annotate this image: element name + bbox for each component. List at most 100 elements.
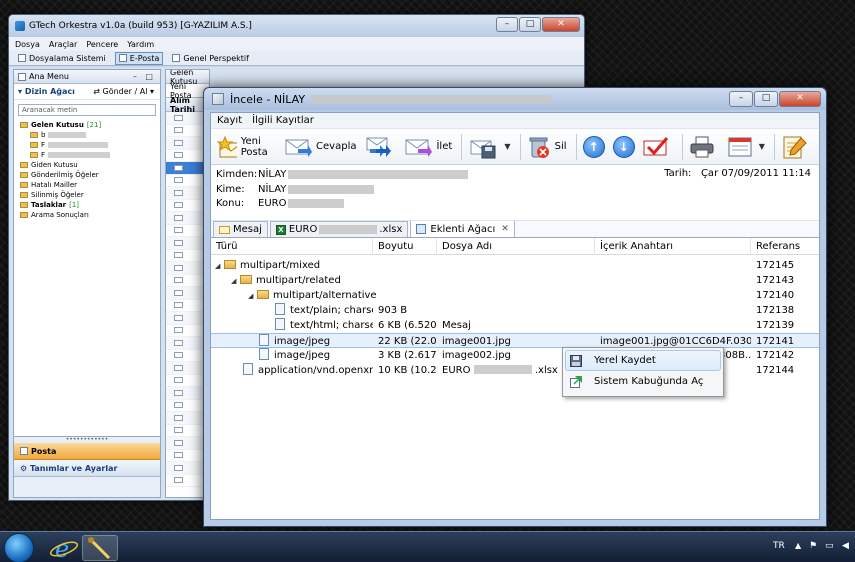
- bg-menu-pencere[interactable]: Pencere: [86, 40, 118, 49]
- envelope-icon: [174, 339, 183, 346]
- to-value[interactable]: NİLAY: [258, 184, 286, 195]
- close-button[interactable]: ✕: [779, 91, 821, 107]
- nav-posta-button[interactable]: Posta: [14, 443, 160, 460]
- notes-button[interactable]: [781, 132, 811, 162]
- dialog-content: Kayıt İlgili Kayıtlar Yeni Posta Cevapla…: [210, 112, 820, 520]
- tree-sent[interactable]: Gönderilmiş Öğeler: [20, 170, 160, 180]
- col-turu[interactable]: Türü: [211, 238, 373, 255]
- file-system-icon: [18, 54, 26, 62]
- tree-inbox-child-3[interactable]: F: [20, 150, 160, 160]
- start-button[interactable]: [4, 533, 34, 562]
- close-tab-icon[interactable]: ✕: [501, 224, 509, 234]
- to-label: Kime:: [216, 184, 245, 195]
- table-row[interactable]: text/html; charse 6 KB (6.520) Mesaj 172…: [211, 318, 819, 333]
- tree-drafts[interactable]: Taslaklar [1]: [20, 200, 160, 210]
- new-mail-label: Yeni Posta: [240, 135, 268, 158]
- redacted-text: [48, 152, 111, 158]
- bg-close-button[interactable]: ✕: [542, 17, 580, 32]
- col-referans[interactable]: Referans: [751, 238, 821, 255]
- window-layout-icon: [728, 137, 752, 156]
- tree-inbox[interactable]: Gelen Kutusu [21]: [20, 120, 160, 130]
- minimize-button[interactable]: –: [729, 91, 753, 107]
- perspective-dosyalama[interactable]: Dosyalama Sistemi: [15, 52, 109, 65]
- from-value[interactable]: NİLAY: [258, 169, 286, 180]
- table-row[interactable]: text/plain; charse 903 B 172138: [211, 303, 819, 318]
- tree-inbox-child-2[interactable]: F: [20, 140, 160, 150]
- delete-button[interactable]: Sil: [527, 132, 567, 162]
- perspective-genel-label: Genel Perspektif: [183, 53, 249, 63]
- bg-maximize-button[interactable]: □: [519, 17, 541, 32]
- col-icerik-anahtari[interactable]: İçerik Anahtarı: [595, 238, 751, 255]
- save-button[interactable]: ▼: [468, 132, 511, 162]
- table-row-selected[interactable]: image/jpeg 22 KB (22.0... image001.jpg i…: [211, 333, 819, 348]
- tab-attachment-suffix: .xlsx: [379, 224, 403, 235]
- language-indicator[interactable]: TR: [773, 541, 785, 551]
- perspective-genel[interactable]: Genel Perspektif: [169, 52, 252, 65]
- envelope-icon: [174, 227, 183, 234]
- drafts-count: [1]: [69, 201, 80, 209]
- forward-button[interactable]: İlet: [404, 132, 452, 162]
- collapse-arrow-icon[interactable]: ◢: [248, 289, 257, 303]
- tree-outbox[interactable]: Giden Kutusu: [20, 160, 160, 170]
- reply-all-button[interactable]: [364, 132, 396, 162]
- folder-icon: [30, 132, 38, 138]
- envelope-icon: [174, 127, 183, 134]
- mark-read-button[interactable]: [643, 132, 673, 162]
- table-row[interactable]: ◢ multipart/mixed 172145: [211, 258, 819, 273]
- dialog-titlebar[interactable]: İncele - NİLAY – □ ✕: [204, 88, 826, 110]
- folder-icon: [257, 290, 269, 299]
- dialog-menubar: Kayıt İlgili Kayıtlar: [211, 113, 819, 129]
- search-input[interactable]: Aranacak metin: [18, 104, 156, 116]
- row-ref: 172142: [756, 350, 795, 361]
- envelope-icon: [174, 314, 183, 321]
- table-row[interactable]: ◢ multipart/alternative 172140: [211, 288, 819, 303]
- perspective-eposta[interactable]: E-Posta: [114, 51, 164, 65]
- content-tabs: Mesaj X EURO .xlsx Eklenti Ağacı ✕: [211, 220, 819, 238]
- tree-failed[interactable]: Hatalı Mailler: [20, 180, 160, 190]
- folder-icon: [20, 212, 28, 218]
- menu-item-open-shell[interactable]: Sistem Kabuğunda Aç: [565, 371, 721, 392]
- network-icon[interactable]: ▭: [825, 541, 834, 551]
- row-type: multipart/related: [256, 275, 341, 286]
- tree-search-results[interactable]: Arama Sonuçları: [20, 210, 160, 220]
- tab-attachment-xlsx[interactable]: X EURO .xlsx: [269, 221, 409, 237]
- nav-settings-button[interactable]: ⚙ Tanımlar ve Ayarlar: [14, 460, 160, 477]
- save-dropdown-arrow-icon[interactable]: ▼: [504, 142, 510, 151]
- pane-controls[interactable]: – □: [133, 72, 156, 81]
- send-receive-button[interactable]: ⇄ Gönder / Al ▾: [93, 87, 154, 96]
- view-dropdown-arrow-icon[interactable]: ▼: [759, 142, 765, 151]
- sent-label: Gönderilmiş Öğeler: [31, 171, 99, 179]
- col-dosya-adi[interactable]: Dosya Adı: [437, 238, 595, 255]
- col-boyutu[interactable]: Boyutu: [373, 238, 437, 255]
- print-button[interactable]: [689, 132, 719, 162]
- tab-eklenti-agaci[interactable]: Eklenti Ağacı ✕: [410, 220, 515, 237]
- taskbar-ie[interactable]: e: [46, 535, 82, 562]
- previous-button[interactable]: ↑: [582, 132, 605, 162]
- next-button[interactable]: ↓: [612, 132, 635, 162]
- bg-minimize-button[interactable]: –: [496, 17, 518, 32]
- menu-item-save-local[interactable]: Yerel Kaydet: [565, 350, 721, 371]
- collapse-arrow-icon[interactable]: ◢: [231, 274, 240, 288]
- bg-menu-yardim[interactable]: Yardım: [127, 40, 154, 49]
- table-row[interactable]: application/vnd.openxm 10 KB (10.2... EU…: [211, 363, 819, 378]
- maximize-button[interactable]: □: [754, 91, 778, 107]
- show-hidden-icons-icon[interactable]: ▲: [795, 541, 801, 550]
- bg-menu-araclar[interactable]: Araçlar: [49, 40, 77, 49]
- bg-menu-dosya[interactable]: Dosya: [15, 40, 40, 49]
- collapse-arrow-icon[interactable]: ▾: [18, 87, 25, 96]
- action-center-icon[interactable]: ⚑: [809, 541, 817, 551]
- tree-inbox-child-1[interactable]: b: [20, 130, 160, 140]
- reply-button[interactable]: Cevapla: [284, 132, 356, 162]
- new-mail-button[interactable]: Yeni Posta: [217, 132, 276, 162]
- collapse-arrow-icon[interactable]: ◢: [215, 259, 224, 273]
- delete-label: Sil: [554, 141, 567, 152]
- volume-icon[interactable]: ◀: [842, 541, 849, 551]
- table-row[interactable]: image/jpeg 3 KB (2.617) image002.jpg 308…: [211, 348, 819, 363]
- table-row[interactable]: ◢ multipart/related 172143: [211, 273, 819, 288]
- view-button[interactable]: ▼: [727, 132, 765, 162]
- menu-kayit[interactable]: Kayıt: [217, 115, 242, 126]
- tree-deleted[interactable]: Silinmiş Öğeler: [20, 190, 160, 200]
- tab-mesaj[interactable]: Mesaj: [213, 221, 268, 237]
- taskbar-orkestra[interactable]: [82, 535, 118, 561]
- menu-ilgili-kayitlar[interactable]: İlgili Kayıtlar: [252, 115, 314, 126]
